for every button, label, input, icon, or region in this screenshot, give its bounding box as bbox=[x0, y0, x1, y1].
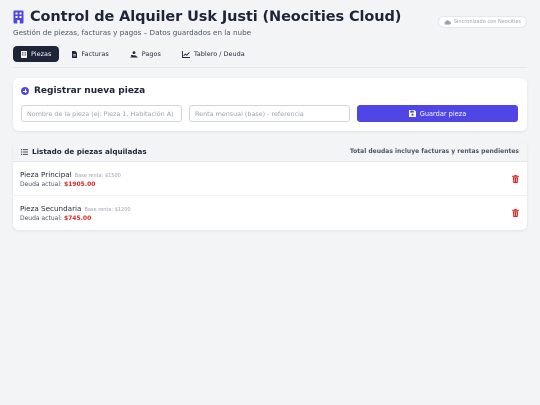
tab-piezas[interactable]: Piezas bbox=[13, 46, 60, 62]
register-title: Registrar nueva pieza bbox=[21, 86, 145, 96]
piece-row: Pieza Secundaria Base renta: $1200 Deuda … bbox=[13, 196, 527, 230]
pieces-list-card: Listado de piezas alquiladas Total deuda… bbox=[13, 142, 527, 230]
page-title: Control de Alquiler Usk Justi (Neocities… bbox=[30, 9, 402, 25]
trash-icon[interactable] bbox=[512, 209, 519, 217]
sync-status-text: Sincronizado con Neocities bbox=[453, 19, 521, 25]
list-header: Listado de piezas alquiladas Total deuda… bbox=[13, 142, 527, 162]
page-header: Control de Alquiler Usk Justi (Neocities… bbox=[13, 9, 527, 39]
file-icon bbox=[72, 50, 78, 58]
piece-base-rent: Base renta: $1500 bbox=[74, 173, 121, 179]
piece-name-input[interactable] bbox=[21, 105, 182, 122]
save-piece-label: Guardar pieza bbox=[419, 109, 467, 118]
list-title-text: Listado de piezas alquiladas bbox=[32, 147, 147, 156]
page-subtitle: Gestión de piezas, facturas y pagos – Da… bbox=[13, 28, 252, 37]
debt-label: Deuda actual: bbox=[20, 215, 63, 222]
register-title-text: Registrar nueva pieza bbox=[34, 86, 146, 96]
trash-icon[interactable] bbox=[512, 175, 519, 183]
piece-row: Pieza Principal Base renta: $1500 Deuda a… bbox=[13, 162, 527, 196]
cloud-icon bbox=[444, 19, 451, 25]
piece-name-line: Pieza Principal Base renta: $1500 bbox=[20, 170, 121, 179]
monthly-rent-input[interactable] bbox=[189, 105, 350, 122]
app-root: Control de Alquiler Usk Justi (Neocities… bbox=[0, 0, 540, 405]
piece-debt-line: Deuda actual: $745.00 bbox=[20, 215, 91, 222]
chart-icon bbox=[181, 50, 190, 58]
tab-label: Piezas bbox=[31, 50, 52, 58]
plus-circle-icon bbox=[21, 87, 29, 95]
list-icon bbox=[21, 148, 28, 155]
sync-status-badge: Sincronizado con Neocities bbox=[437, 16, 527, 28]
main-tabs: Piezas Facturas Pagos Tablero / Deuda bbox=[13, 46, 253, 62]
tab-facturas[interactable]: Facturas bbox=[64, 46, 116, 62]
save-icon bbox=[408, 110, 416, 117]
tab-tablero-deuda[interactable]: Tablero / Deuda bbox=[174, 46, 253, 62]
save-piece-button[interactable]: Guardar pieza bbox=[357, 105, 518, 122]
piece-name: Pieza Principal bbox=[20, 170, 72, 179]
piece-debt-line: Deuda actual: $1905.00 bbox=[20, 181, 95, 188]
debt-amount: $1905.00 bbox=[63, 181, 96, 188]
piece-name-line: Pieza Secundaria Base renta: $1200 bbox=[20, 204, 131, 213]
piece-base-rent: Base renta: $1200 bbox=[84, 207, 131, 213]
tab-label: Facturas bbox=[81, 50, 109, 58]
list-title: Listado de piezas alquiladas bbox=[21, 147, 147, 156]
tab-label: Pagos bbox=[141, 50, 161, 58]
debt-label: Deuda actual: bbox=[20, 181, 63, 188]
tabs-divider bbox=[13, 67, 527, 68]
register-piece-card: Registrar nueva pieza Guardar pieza bbox=[13, 78, 527, 131]
piece-name: Pieza Secundaria bbox=[20, 204, 82, 213]
tab-label: Tablero / Deuda bbox=[193, 50, 245, 58]
list-note: Total deudas incluye facturas y rentas p… bbox=[349, 148, 519, 155]
building-icon bbox=[13, 10, 24, 24]
payment-icon bbox=[129, 50, 138, 58]
debt-amount: $745.00 bbox=[63, 215, 92, 222]
building-icon bbox=[21, 50, 27, 58]
tab-pagos[interactable]: Pagos bbox=[122, 46, 169, 62]
